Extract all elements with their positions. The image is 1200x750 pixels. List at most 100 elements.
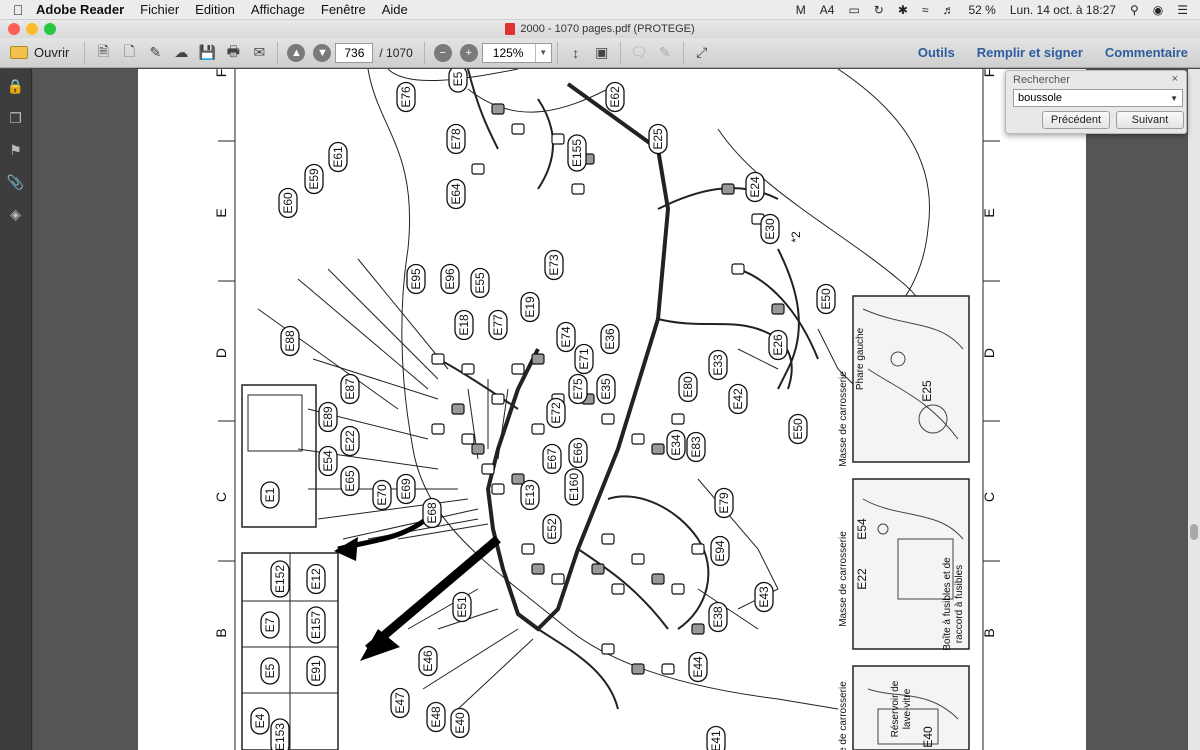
menu-app-name[interactable]: Adobe Reader [36,2,124,17]
svg-text:E83: E83 [689,436,703,458]
spotlight-icon[interactable]: ⚲ [1130,3,1139,17]
connector-label-E55: E55 [470,267,490,299]
toolbar-separator [682,41,684,64]
fill-sign-link[interactable]: Remplir et signer [977,45,1083,60]
close-window-button[interactable] [8,23,20,35]
layers-icon[interactable]: ◈ [7,205,25,223]
menu-fenetre[interactable]: Fenêtre [321,2,366,17]
volume-icon[interactable]: ♬ [943,3,955,17]
menu-edition[interactable]: Edition [195,2,235,17]
toolbar-separator [84,41,86,64]
plus-icon: + [459,43,478,62]
harness-connector [671,583,685,595]
harness-connector [601,643,615,655]
connector-label-E88: E88 [280,325,300,357]
fit-page-icon[interactable]: ▣ [591,42,613,64]
menu-fichier[interactable]: Fichier [140,2,179,17]
export-pdf-icon[interactable]: 🗋 [118,42,140,64]
minus-icon: − [433,43,452,62]
connector-label-E25: E25 [648,123,668,155]
close-icon[interactable]: × [1172,73,1178,85]
fullscreen-window-button[interactable] [44,23,56,35]
svg-text:E89: E89 [321,406,335,428]
m-app-icon[interactable]: M [796,3,806,17]
vertical-scrollbar[interactable] [1188,69,1200,750]
siri-icon[interactable]: ◉ [1153,3,1163,17]
zoom-select[interactable]: 125% ▼ [481,42,552,63]
bluetooth-icon[interactable]: ✱ [898,3,908,17]
connector-label-E61: E61 [328,141,348,173]
menu-aide[interactable]: Aide [382,2,408,17]
connector-label-E87: E87 [340,373,360,405]
harness-connector [481,463,495,475]
harness-connector [511,123,525,135]
previous-result-button[interactable]: Précédent [1042,111,1110,129]
fit-width-icon[interactable]: ↕ [565,42,587,64]
attachment-icon[interactable]: 📎 [7,173,25,191]
adobe-tray-icon[interactable]: A4 [820,3,835,17]
bookmark-icon[interactable]: ⚑ [7,141,25,159]
inset-label-reservoir1: Réservoir de [890,680,901,737]
svg-text:E153: E153 [273,723,287,750]
harness-connector [671,413,685,425]
svg-text:E25: E25 [651,128,665,150]
zoom-in-button[interactable]: + [458,42,480,64]
zoom-out-button[interactable]: − [432,42,454,64]
chevron-down-icon[interactable]: ▼ [1170,94,1182,103]
search-buttons: Précédent Suivant [1042,111,1184,129]
harness-connector [461,363,475,375]
harness-connector [731,263,745,275]
notification-center-icon[interactable]: ☰ [1177,3,1188,17]
expand-icon[interactable]: ⤢ [691,42,713,64]
highlight-icon[interactable]: ✎ [654,42,676,64]
scrollbar-thumb[interactable] [1190,524,1198,540]
harness-connector [601,533,615,545]
pdf-page: E76 E5 E62 E78 E155 E25 E64 E24 E30 *2 E50 E61 E59 E6… [138,69,1086,750]
clock[interactable]: Lun. 14 oct. à 18:27 [1010,3,1116,17]
harness-connector [531,353,545,365]
minimize-window-button[interactable] [26,23,38,35]
battery-percent[interactable]: 52 % [969,3,996,17]
page-thumbnails-icon[interactable]: ❐ [7,109,25,127]
connector-label-E12: E12 [306,563,326,595]
connector-label-E26: E26 [768,329,788,361]
email-icon[interactable]: ✉ [248,42,270,64]
connector-label-E18: E18 [454,309,474,341]
comment-link[interactable]: Commentaire [1105,45,1188,60]
previous-page-button[interactable]: ▲ [285,42,307,64]
connector-label-E43: E43 [754,581,774,613]
navigation-pane: 🔒 ❐ ⚑ 📎 ◈ [0,69,32,750]
svg-text:E44: E44 [691,656,705,678]
svg-text:E4: E4 [253,713,267,728]
apple-icon[interactable]:  [0,2,36,18]
search-input[interactable]: boussole ▼ [1013,89,1183,107]
svg-text:E12: E12 [309,568,323,590]
connector-label-E65: E65 [340,465,360,497]
comment-bubble-icon[interactable]: 🗨 [628,42,650,64]
create-pdf-icon[interactable]: 🗎 [92,42,114,64]
lock-icon[interactable]: 🔒 [7,77,25,95]
tools-link[interactable]: Outils [918,45,955,60]
edit-pdf-icon[interactable]: ✎ [144,42,166,64]
svg-text:E155: E155 [570,139,584,167]
page-number-input[interactable] [335,42,374,63]
harness-connector [531,563,545,575]
airplay-icon[interactable]: ▭ [848,3,859,17]
save-icon[interactable]: 💾 [196,42,218,64]
grid-letter: D [213,348,229,358]
next-page-button[interactable]: ▼ [311,42,333,64]
arrow-down-icon: ▼ [313,43,332,62]
harness-connector [471,443,485,455]
time-machine-icon[interactable]: ↻ [874,3,884,17]
open-button[interactable]: Ouvrir [2,42,77,64]
wifi-icon[interactable]: ≈ [922,3,929,17]
print-icon[interactable]: 🖶 [222,42,244,64]
harness-connector [611,583,625,595]
upload-cloud-icon[interactable]: ☁ [170,42,192,64]
connector-label-E48: E48 [426,701,446,733]
connector-label-E160: E160 [564,468,584,506]
next-result-button[interactable]: Suivant [1116,111,1184,129]
menu-affichage[interactable]: Affichage [251,2,305,17]
connector-label-E38: E38 [708,601,728,633]
document-area[interactable]: E76 E5 E62 E78 E155 E25 E64 E24 E30 *2 E50 E61 E59 E6… [33,69,1200,750]
